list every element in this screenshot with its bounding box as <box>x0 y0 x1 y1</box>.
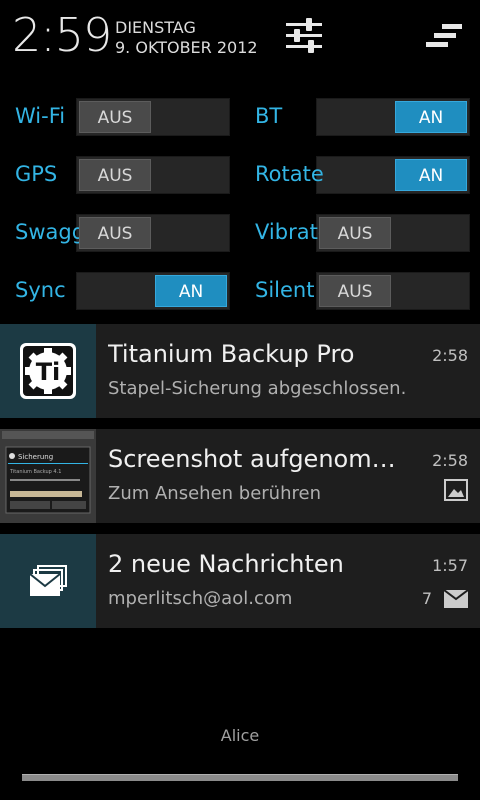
notification-email[interactable]: 2 neue Nachrichten mperlitsch@aol.com 1:… <box>0 534 480 628</box>
quick-toggles: Wi-Fi AUS BT AN GPS AUS Rotate AN Swagge… <box>0 92 480 322</box>
toggle-rotate[interactable]: AN <box>316 156 470 194</box>
notification-time: 1:57 <box>432 556 468 575</box>
notification-titanium-backup[interactable]: Ti Titanium Backup Pro Stapel-Sicherung … <box>0 324 480 418</box>
toggle-swagger-thumb: AUS <box>79 217 151 249</box>
toggle-row: Sync AN Silent AUS <box>0 270 480 310</box>
toggle-vibrate-thumb: AUS <box>319 217 391 249</box>
image-icon <box>444 479 468 501</box>
titanium-backup-icon: Ti <box>20 343 76 399</box>
toggle-swagger[interactable]: AUS <box>76 214 230 252</box>
notification-text: mperlitsch@aol.com <box>108 588 293 609</box>
email-stack-icon <box>29 565 67 596</box>
toggle-wifi-thumb: AUS <box>79 101 151 133</box>
notification-time: 2:58 <box>432 451 468 470</box>
thumb-text: Titanium Backup 4.1 <box>9 469 61 475</box>
notification-title: Titanium Backup Pro <box>108 340 355 368</box>
toggle-label-wifi: Wi-Fi <box>15 104 66 128</box>
toggle-label-sync: Sync <box>15 278 66 302</box>
toggle-label-rotate: Rotate <box>255 162 324 186</box>
carrier-label: Alice <box>220 726 260 745</box>
toggle-gps-thumb: AUS <box>79 159 151 191</box>
svg-text:Ti: Ti <box>36 358 61 386</box>
quick-settings-button[interactable] <box>282 16 326 56</box>
notification-text: Zum Ansehen berühren <box>108 483 321 504</box>
toggle-wifi[interactable]: AUS <box>76 98 230 136</box>
clear-all-button[interactable] <box>424 22 464 52</box>
toggle-bt-thumb: AN <box>395 101 467 133</box>
notification-count: 7 <box>421 589 432 608</box>
toggle-row: Swagger AUS Vibrate AUS <box>0 212 480 252</box>
notification-time: 2:58 <box>432 346 468 365</box>
thumb-title: Sicherung <box>18 453 53 461</box>
weekday: DIENSTAG <box>115 18 196 37</box>
toggle-rotate-thumb: AN <box>395 159 467 191</box>
notification-icon: Ti <box>0 324 96 418</box>
toggle-bt[interactable]: AN <box>316 98 470 136</box>
toggle-label-bt: BT <box>255 104 283 128</box>
clear-all-icon <box>426 24 462 47</box>
status-header: 2:59 DIENSTAG 9. OKTOBER 2012 <box>0 0 480 80</box>
notification-text: Stapel-Sicherung abgeschlossen. <box>108 378 407 399</box>
toggle-row: GPS AUS Rotate AN <box>0 154 480 194</box>
notification-title: Screenshot aufgenommen. <box>108 445 408 473</box>
drag-handle[interactable] <box>22 774 458 781</box>
toggle-silent-thumb: AUS <box>319 275 391 307</box>
toggle-label-silent: Silent <box>255 278 315 302</box>
toggle-gps[interactable]: AUS <box>76 156 230 194</box>
toggle-vibrate[interactable]: AUS <box>316 214 470 252</box>
date: 9. OKTOBER 2012 <box>115 38 258 57</box>
notification-icon <box>0 534 96 628</box>
notification-screenshot[interactable]: Sicherung Titanium Backup 4.1 Screenshot… <box>0 429 480 523</box>
toggle-sync-thumb: AN <box>155 275 227 307</box>
envelope-icon <box>444 589 468 608</box>
notification-icon: Sicherung Titanium Backup 4.1 <box>0 429 96 523</box>
toggle-label-gps: GPS <box>15 162 58 186</box>
settings-sliders-icon <box>286 18 322 53</box>
notification-title: 2 neue Nachrichten <box>108 550 344 578</box>
toggle-silent[interactable]: AUS <box>316 272 470 310</box>
toggle-row: Wi-Fi AUS BT AN <box>0 96 480 136</box>
clock: 2:59 <box>12 8 112 62</box>
toggle-sync[interactable]: AN <box>76 272 230 310</box>
screenshot-thumbnail: Sicherung Titanium Backup 4.1 <box>0 429 96 523</box>
